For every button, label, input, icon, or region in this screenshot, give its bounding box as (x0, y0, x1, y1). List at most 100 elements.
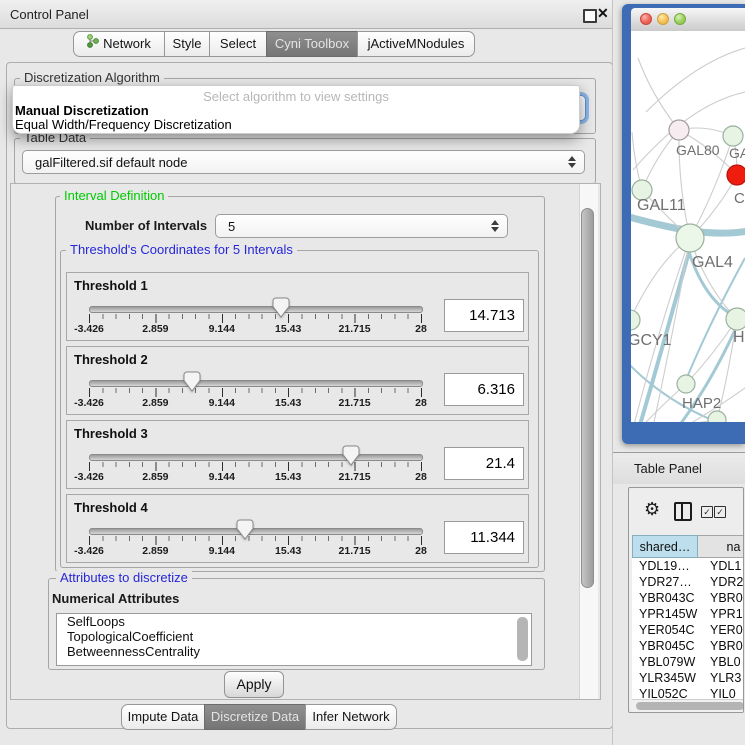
table-cell[interactable]: YER0 (710, 622, 743, 638)
table-cell[interactable]: YPR145W (639, 606, 697, 622)
attribute-item[interactable]: SelfLoops (57, 614, 531, 629)
tab-select-label: Select (220, 32, 256, 56)
tab-infer-network[interactable]: Infer Network (305, 704, 397, 730)
threshold-4-slider-handle[interactable] (236, 519, 254, 540)
table-cell[interactable]: YBL079W (639, 654, 695, 670)
network-node[interactable] (669, 120, 689, 140)
tick-label: 15.43 (275, 545, 301, 557)
table-cell[interactable]: YDR27… (639, 574, 692, 590)
algorithm-dropdown-popup: Select algorithm to view settings Manual… (12, 85, 580, 134)
table-cell[interactable]: YBR045C (639, 638, 695, 654)
number-of-intervals-spinner[interactable]: 5 (215, 214, 508, 238)
tab-select[interactable]: Select (209, 31, 267, 57)
table-cell[interactable]: YPR1 (710, 606, 743, 622)
threshold-3-slider-handle[interactable] (342, 445, 360, 466)
table-cell[interactable]: YDR2 (710, 574, 743, 590)
threshold-2-slider-track[interactable] (89, 380, 423, 387)
tab-jactivemnodules[interactable]: jActiveMNodules (357, 31, 475, 57)
table-cell[interactable]: YLR345W (639, 670, 696, 686)
attribute-item[interactable]: TopologicalCoefficient (57, 629, 531, 644)
network-canvas[interactable]: GAL80GACGAL11GAL4GCY1HHAP2 (631, 31, 745, 422)
network-node[interactable] (676, 224, 704, 252)
settings-gear-icon[interactable] (644, 499, 660, 519)
popup-item-manual-discretization[interactable]: Manual Discretization (15, 103, 149, 118)
table-cell[interactable]: YBR043C (639, 590, 695, 606)
threshold-2-slider-handle[interactable] (183, 371, 201, 392)
tab-impute-data[interactable]: Impute Data (121, 704, 205, 730)
network-icon (87, 32, 99, 56)
tick-label: 21.715 (339, 471, 371, 483)
table-row[interactable]: YPR145W YPR1 (632, 606, 744, 622)
checkbox-icon[interactable] (714, 506, 726, 518)
number-of-intervals-value: 5 (228, 215, 235, 238)
tab-network[interactable]: Network (73, 31, 165, 57)
thresholds-group-label: Threshold's Coordinates for 5 Intervals (66, 243, 297, 257)
network-node[interactable] (726, 308, 745, 330)
threshold-1-slider-track[interactable] (89, 306, 423, 313)
threshold-1-value-field[interactable]: 14.713 (444, 299, 524, 332)
application-window: Control Panel Network Style Select Cyni … (0, 0, 745, 745)
threshold-2-value-field[interactable]: 6.316 (444, 373, 524, 406)
numerical-attributes-list[interactable]: SelfLoopsTopologicalCoefficientBetweenne… (56, 613, 532, 666)
network-node[interactable] (677, 375, 695, 393)
attributes-list-scrollbar[interactable] (517, 617, 528, 661)
table-row[interactable]: YDR27… YDR2 (632, 574, 744, 590)
main-scrollbar-thumb[interactable] (581, 208, 594, 588)
threshold-3-slider-track[interactable] (89, 454, 423, 461)
threshold-4-value-field[interactable]: 11.344 (444, 521, 524, 554)
threshold-3-value-field[interactable]: 21.4 (444, 447, 524, 480)
tick-label: -3.426 (74, 545, 104, 557)
table-cell[interactable]: YLR3 (710, 670, 741, 686)
network-window-titlebar[interactable] (631, 8, 745, 32)
table-horizontal-scrollbar[interactable] (632, 699, 744, 712)
table-cell[interactable]: YIL0 (710, 686, 736, 699)
tab-discretize-data[interactable]: Discretize Data (204, 704, 306, 730)
checkbox-icon[interactable] (701, 506, 713, 518)
tick-label: 28 (415, 471, 427, 483)
column-layout-icon[interactable] (674, 502, 692, 521)
threshold-1-label: Threshold 1 (74, 278, 148, 293)
minimize-traffic-light-icon[interactable] (657, 13, 669, 25)
column-header-shared[interactable]: shared… (632, 535, 698, 558)
network-node[interactable] (727, 165, 745, 185)
table-cell[interactable]: YBR0 (710, 638, 743, 654)
zoom-traffic-light-icon[interactable] (674, 13, 686, 25)
network-node[interactable] (631, 310, 640, 330)
column-header-name[interactable]: na (698, 535, 744, 558)
network-node[interactable] (723, 126, 743, 146)
table-row[interactable]: YBR045C YBR0 (632, 638, 744, 654)
tab-cyni-toolbox[interactable]: Cyni Toolbox (266, 31, 358, 57)
table-row[interactable]: YBL079W YBL0 (632, 654, 744, 670)
close-traffic-light-icon[interactable] (640, 13, 652, 25)
threshold-4-slider-track[interactable] (89, 528, 423, 535)
apply-button[interactable]: Apply (224, 671, 284, 698)
table-cell[interactable]: YBL0 (710, 654, 741, 670)
network-node[interactable] (708, 411, 726, 422)
close-icon[interactable] (597, 5, 613, 23)
network-node-label: GAL4 (692, 254, 733, 271)
popup-item-equal-width-frequency[interactable]: Equal Width/Frequency Discretization (15, 117, 232, 132)
table-data-combobox-value: galFiltered.sif default node (35, 151, 187, 174)
tick-label: 2.859 (142, 323, 168, 335)
table-row[interactable]: YDL19… YDL1 (632, 558, 744, 574)
table-row[interactable]: YBR043C YBR0 (632, 590, 744, 606)
table-row[interactable]: YIL052C YIL0 (632, 686, 744, 699)
table-row[interactable]: YLR345W YLR3 (632, 670, 744, 686)
float-window-icon[interactable] (583, 9, 597, 23)
table-cell[interactable]: YBR0 (710, 590, 743, 606)
table-cell[interactable]: YDL1 (710, 558, 741, 574)
slider-scale: -3.4262.8599.14415.4321.71528 (89, 545, 421, 558)
table-horizontal-scrollbar-thumb[interactable] (636, 702, 744, 710)
table-cell[interactable]: YER054C (639, 622, 695, 638)
table-cell[interactable]: YDL19… (639, 558, 690, 574)
threshold-1-slider-handle[interactable] (272, 297, 290, 318)
tick-label: 2.859 (142, 397, 168, 409)
tab-style[interactable]: Style (164, 31, 210, 57)
node-table-rows[interactable]: YDL19…YDL1YDR27…YDR2YBR043CYBR0YPR145WYP… (632, 558, 744, 699)
tick-label: 28 (415, 545, 427, 557)
table-row[interactable]: YER054C YER0 (632, 622, 744, 638)
attribute-item[interactable]: BetweennessCentrality (57, 644, 531, 659)
control-panel-title: Control Panel (10, 7, 89, 22)
table-data-combobox[interactable]: galFiltered.sif default node (22, 150, 585, 174)
table-cell[interactable]: YIL052C (639, 686, 688, 699)
